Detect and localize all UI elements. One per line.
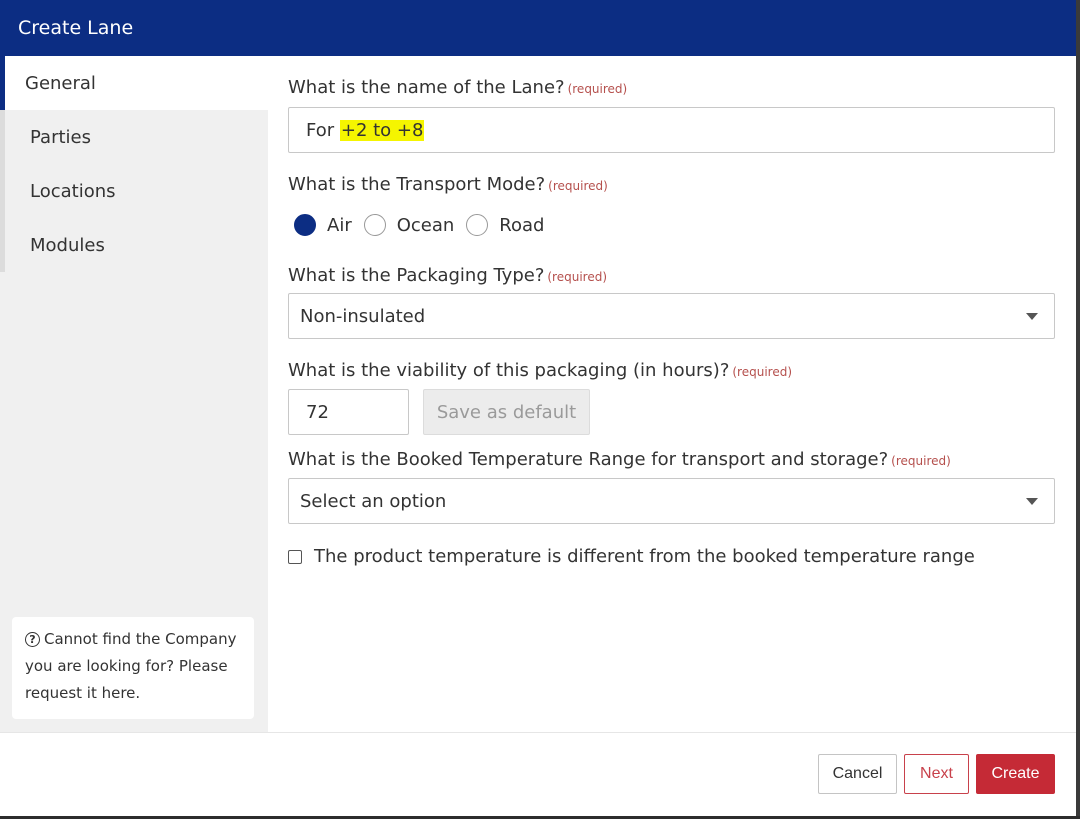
radio-indicator xyxy=(363,214,386,236)
lane-name-value-highlighted: +2 to +8 xyxy=(339,119,425,141)
lane-name-input[interactable]: For +2 to +8 xyxy=(288,107,1055,153)
question-text: What is the Packaging Type? xyxy=(288,265,545,286)
question-text: What is the name of the Lane? xyxy=(288,77,565,98)
radio-ocean[interactable]: Ocean xyxy=(363,214,455,236)
sidebar-item-label: Parties xyxy=(30,126,91,148)
temperature-range-select[interactable]: Select an option xyxy=(288,478,1055,524)
sidebar-nav: General Parties Locations Modules xyxy=(0,56,268,272)
sidebar: General Parties Locations Modules ? Canno… xyxy=(0,56,268,732)
packaging-type-select[interactable]: Non-insulated xyxy=(288,293,1055,339)
chevron-down-icon xyxy=(1026,498,1038,505)
checkbox-label: The product temperature is different fro… xyxy=(314,546,975,567)
viability-question: What is the viability of this packaging … xyxy=(288,360,792,381)
create-lane-dialog: Create Lane General Parties Locations Mo… xyxy=(0,0,1076,816)
question-text: What is the Booked Temperature Range for… xyxy=(288,449,889,470)
dialog-footer: Cancel Next Create xyxy=(0,732,1076,816)
required-tag: (required) xyxy=(547,270,608,284)
sidebar-item-label: General xyxy=(25,72,96,94)
create-button[interactable]: Create xyxy=(976,754,1055,794)
help-text: Cannot find the Company xyxy=(44,630,237,648)
cancel-button[interactable]: Cancel xyxy=(818,754,897,794)
dialog-title: Create Lane xyxy=(18,17,134,39)
backdrop-edge xyxy=(1076,0,1080,819)
select-value: Non-insulated xyxy=(300,305,426,327)
sidebar-item-parties[interactable]: Parties xyxy=(0,110,268,164)
transport-mode-question: What is the Transport Mode? (required) xyxy=(288,174,608,195)
radio-label: Road xyxy=(499,214,545,236)
radio-road[interactable]: Road xyxy=(466,214,544,236)
dialog-header: Create Lane xyxy=(0,0,1076,56)
company-help-box: ? Cannot find the Company you are looking… xyxy=(12,617,254,719)
button-label: Cancel xyxy=(832,765,883,782)
radio-indicator xyxy=(466,214,489,236)
button-label: Create xyxy=(991,765,1040,782)
radio-label: Ocean xyxy=(396,214,455,236)
button-label: Save as default xyxy=(436,401,577,423)
sidebar-item-modules[interactable]: Modules xyxy=(0,218,268,272)
chevron-down-icon xyxy=(1026,313,1038,320)
button-label: Next xyxy=(920,765,953,782)
required-tag: (required) xyxy=(732,365,793,379)
help-line-2: you are looking for? Please xyxy=(25,657,228,675)
required-tag: (required) xyxy=(891,454,951,468)
radio-air[interactable]: Air xyxy=(294,214,352,236)
request-company-link[interactable]: request it here. xyxy=(25,680,244,707)
checkbox-box[interactable] xyxy=(288,549,302,564)
lane-name-value-prefix: For xyxy=(306,119,340,141)
radio-indicator xyxy=(294,214,316,236)
sidebar-item-label: Modules xyxy=(30,234,105,256)
required-tag: (required) xyxy=(548,179,608,193)
form-content: What is the name of the Lane? (required) … xyxy=(268,56,1076,732)
product-temp-different-checkbox[interactable]: The product temperature is different fro… xyxy=(288,546,975,567)
question-text: What is the viability of this packaging … xyxy=(288,360,730,381)
help-line-1: ? Cannot find the Company xyxy=(25,626,244,653)
question-circle-icon: ? xyxy=(25,632,40,647)
sidebar-item-locations[interactable]: Locations xyxy=(0,164,268,218)
save-as-default-button[interactable]: Save as default xyxy=(423,389,590,435)
required-tag: (required) xyxy=(567,82,628,96)
temperature-range-question: What is the Booked Temperature Range for… xyxy=(288,449,951,470)
lane-name-question: What is the name of the Lane? (required) xyxy=(288,77,627,98)
sidebar-item-label: Locations xyxy=(30,180,116,202)
input-value: 72 xyxy=(306,401,329,423)
next-button[interactable]: Next xyxy=(904,754,969,794)
sidebar-item-general[interactable]: General xyxy=(0,56,268,110)
question-text: What is the Transport Mode? xyxy=(288,174,546,195)
packaging-type-question: What is the Packaging Type? (required) xyxy=(288,265,607,286)
radio-label: Air xyxy=(327,214,352,236)
select-placeholder: Select an option xyxy=(300,490,447,512)
viability-hours-input[interactable]: 72 xyxy=(288,389,409,435)
transport-mode-radio-group: Air Ocean Road xyxy=(294,211,556,239)
